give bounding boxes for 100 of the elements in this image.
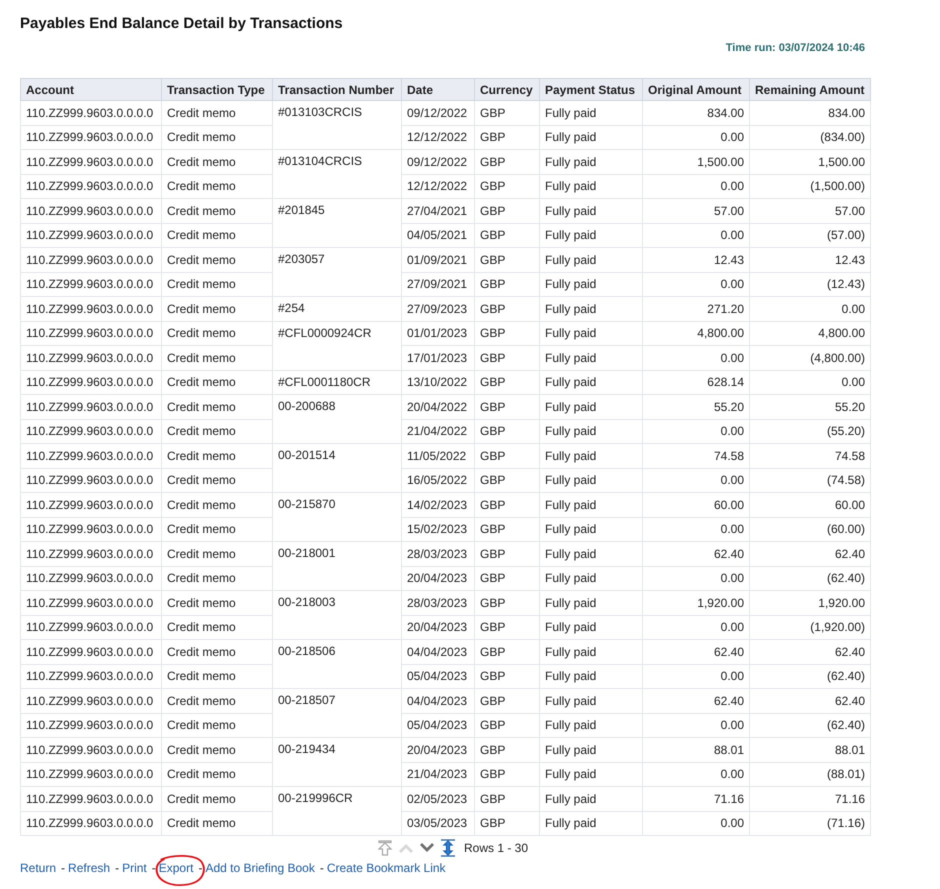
table-cell: 17/01/2023: [402, 346, 474, 370]
table-cell: (62.40): [750, 713, 870, 738]
table-cell: GBP: [474, 542, 540, 566]
table-cell: GBP: [474, 566, 540, 590]
table-cell: 15/02/2023: [402, 517, 474, 542]
table-cell: Fully paid: [540, 615, 642, 640]
table-cell: GBP: [474, 688, 540, 713]
table-cell: Credit memo: [162, 370, 272, 394]
table-cell: 110.ZZ999.9603.0.0.0.0: [20, 786, 162, 811]
table-cell: 20/04/2023: [402, 566, 474, 590]
table-cell: 110.ZZ999.9603.0.0.0.0: [20, 198, 162, 223]
table-cell: #013104CRCIS: [272, 150, 402, 198]
table-cell: Credit memo: [162, 296, 272, 321]
table-cell: 62.40: [750, 542, 870, 566]
table-cell: GBP: [474, 370, 540, 394]
table-cell: 110.ZZ999.9603.0.0.0.0: [20, 640, 162, 664]
table-cell: 110.ZZ999.9603.0.0.0.0: [20, 492, 162, 517]
table-cell: Fully paid: [540, 370, 642, 394]
report-link[interactable]: Print: [122, 861, 147, 875]
table-cell: 00-219996CR: [272, 786, 402, 836]
table-cell: Fully paid: [540, 100, 642, 125]
table-cell: GBP: [474, 444, 540, 468]
table-cell: 02/05/2023: [402, 786, 474, 811]
table-cell: GBP: [474, 296, 540, 321]
expand-rows-icon[interactable]: [439, 839, 457, 857]
column-header: Payment Status: [540, 78, 642, 100]
table-cell: 09/12/2022: [402, 150, 474, 174]
table-cell: Credit memo: [162, 394, 272, 419]
table-cell: GBP: [474, 174, 540, 198]
report-link[interactable]: Export: [158, 861, 194, 875]
table-cell: 55.20: [750, 394, 870, 419]
table-cell: 01/01/2023: [402, 321, 474, 346]
table-cell: Credit memo: [162, 125, 272, 150]
table-cell: #CFL0000924CR: [272, 321, 402, 370]
table-cell: (4,800.00): [750, 346, 870, 370]
table-cell: 110.ZZ999.9603.0.0.0.0: [20, 346, 162, 370]
link-separator: -: [198, 861, 202, 875]
report-link[interactable]: Return: [20, 861, 56, 875]
table-cell: Fully paid: [540, 150, 642, 174]
column-header: Transaction Type: [162, 78, 272, 100]
table-cell: Fully paid: [540, 517, 642, 542]
report-link[interactable]: Refresh: [68, 861, 110, 875]
table-cell: 110.ZZ999.9603.0.0.0.0: [20, 762, 162, 786]
table-cell: 110.ZZ999.9603.0.0.0.0: [20, 811, 162, 836]
table-cell: GBP: [474, 492, 540, 517]
table-cell: (57.00): [750, 223, 870, 248]
table-cell: 60.00: [642, 492, 750, 517]
table-cell: Fully paid: [540, 688, 642, 713]
table-cell: Credit memo: [162, 272, 272, 296]
table-cell: 03/05/2023: [402, 811, 474, 836]
table-cell: GBP: [474, 786, 540, 811]
report-link[interactable]: Add to Briefing Book: [205, 861, 315, 875]
table-cell: 00-215870: [272, 492, 402, 542]
report-link[interactable]: Create Bookmark Link: [326, 861, 446, 875]
table-cell: 0.00: [750, 296, 870, 321]
table-cell: Credit memo: [162, 321, 272, 346]
table-cell: 27/04/2021: [402, 198, 474, 223]
table-cell: 0.00: [642, 272, 750, 296]
table-cell: 0.00: [642, 125, 750, 150]
table-cell: Fully paid: [540, 174, 642, 198]
table-cell: 0.00: [642, 468, 750, 492]
table-cell: (55.20): [750, 419, 870, 444]
table-cell: (71.16): [750, 811, 870, 836]
table-cell: 05/04/2023: [402, 664, 474, 688]
table-cell: 110.ZZ999.9603.0.0.0.0: [20, 125, 162, 150]
table-cell: 57.00: [750, 198, 870, 223]
table-cell: GBP: [474, 100, 540, 125]
table-cell: 12.43: [750, 248, 870, 272]
table-cell: 110.ZZ999.9603.0.0.0.0: [20, 296, 162, 321]
table-cell: 20/04/2023: [402, 738, 474, 762]
table-cell: (62.40): [750, 566, 870, 590]
table-cell: 110.ZZ999.9603.0.0.0.0: [20, 444, 162, 468]
table-cell: Fully paid: [540, 394, 642, 419]
table-cell: #CFL0001180CR: [272, 370, 402, 394]
table-cell: Fully paid: [540, 640, 642, 664]
table-cell: Credit memo: [162, 738, 272, 762]
table-cell: #013103CRCIS: [272, 100, 402, 150]
table-cell: 00-219434: [272, 738, 402, 786]
table-cell: Credit memo: [162, 811, 272, 836]
table-cell: 110.ZZ999.9603.0.0.0.0: [20, 542, 162, 566]
table-cell: Credit memo: [162, 688, 272, 713]
table-cell: Fully paid: [540, 223, 642, 248]
table-cell: Fully paid: [540, 811, 642, 836]
table-cell: 05/04/2023: [402, 713, 474, 738]
table-cell: 1,500.00: [750, 150, 870, 174]
table-cell: Credit memo: [162, 713, 272, 738]
table-cell: Credit memo: [162, 762, 272, 786]
table-cell: 0.00: [642, 762, 750, 786]
table-cell: GBP: [474, 762, 540, 786]
table-cell: Credit memo: [162, 150, 272, 174]
table-cell: 0.00: [642, 713, 750, 738]
table-cell: 110.ZZ999.9603.0.0.0.0: [20, 174, 162, 198]
table-cell: 110.ZZ999.9603.0.0.0.0: [20, 468, 162, 492]
table-cell: 09/12/2022: [402, 100, 474, 125]
table-cell: 62.40: [750, 640, 870, 664]
table-cell: Fully paid: [540, 468, 642, 492]
table-cell: 00-200688: [272, 394, 402, 444]
table-cell: 00-218001: [272, 542, 402, 590]
table-cell: 00-218003: [272, 590, 402, 640]
table-cell: 110.ZZ999.9603.0.0.0.0: [20, 419, 162, 444]
